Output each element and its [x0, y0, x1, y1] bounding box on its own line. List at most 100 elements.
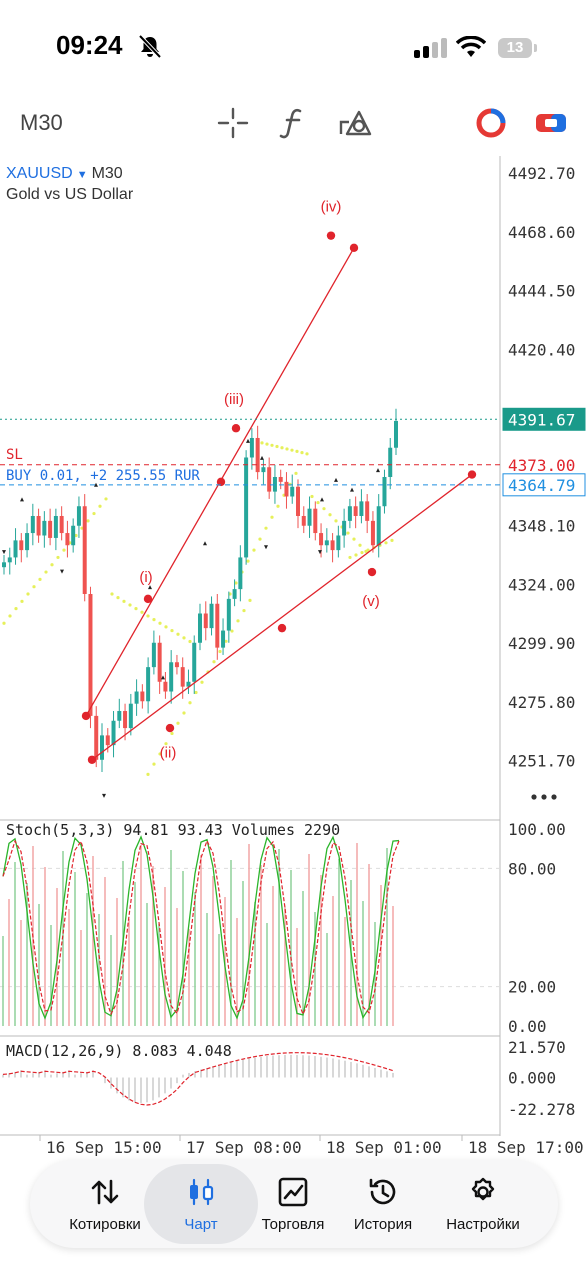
status-bar: 09:24 13	[0, 0, 588, 100]
wave-label: (ii)	[160, 744, 177, 761]
sar-dot	[294, 471, 298, 475]
wave-label: (i)	[139, 569, 152, 586]
chart-area[interactable]: 4391.67 4373.004364.79 (i) (ii) (iii) (iv) (v…	[0, 156, 588, 1156]
one-click-trading-icon[interactable]	[534, 106, 568, 140]
fractal-up-arrow	[334, 477, 338, 482]
open-price-badge: 4364.79	[508, 476, 575, 495]
candle-body	[336, 535, 341, 551]
price-tick-label: 4299.90	[508, 634, 575, 653]
wave-label: (iii)	[224, 391, 244, 408]
candle-body	[301, 515, 306, 526]
sar-dot	[98, 504, 102, 508]
candle-body	[347, 506, 352, 521]
sar-dot	[92, 511, 96, 516]
sar-dot	[146, 614, 150, 618]
sar-dot	[104, 497, 108, 501]
fractal-up-arrow	[203, 541, 207, 546]
wave-point	[165, 723, 175, 733]
stoch-tick-label: 80.00	[508, 859, 556, 878]
candle-body	[215, 603, 220, 648]
candle-body	[209, 603, 214, 629]
candle-body	[123, 711, 128, 729]
battery-tip	[534, 44, 537, 52]
sar-dot	[158, 621, 162, 625]
candle-body	[169, 662, 174, 692]
candle-body	[232, 589, 237, 599]
sar-dot	[128, 603, 132, 607]
sar-dot	[194, 690, 198, 695]
sar-dot	[164, 625, 168, 629]
trade-ring-icon[interactable]	[474, 106, 508, 140]
sar-dot	[182, 636, 186, 640]
price-tick-label: 4275.80	[508, 693, 575, 712]
candle-body	[53, 515, 58, 538]
candle-body	[30, 515, 35, 534]
sar-dot	[246, 559, 250, 563]
price-tick-label: 4251.70	[508, 752, 575, 771]
current-price-badge: 4391.67	[508, 410, 575, 429]
candle-body	[278, 476, 283, 482]
history-icon	[369, 1178, 396, 1205]
sar-dot	[334, 519, 338, 523]
candle-body	[376, 506, 381, 546]
candle-body	[19, 540, 24, 551]
price-tick-label: 4324.00	[508, 575, 575, 594]
sl-label: SL	[6, 447, 23, 463]
sar-dot	[358, 543, 362, 547]
candle-body	[105, 735, 110, 746]
price-tick-label: 4420.40	[508, 340, 575, 359]
candle-body	[42, 520, 47, 536]
sar-dot	[346, 531, 350, 535]
sar-dot	[360, 550, 364, 555]
candle-body	[76, 506, 81, 526]
candle-body	[267, 467, 272, 492]
tab-settings[interactable]: Настройки	[428, 1160, 538, 1248]
candle-body	[255, 437, 260, 473]
candle-body	[13, 540, 18, 558]
price-tick-label: 4492.70	[508, 164, 575, 183]
candle-body	[226, 598, 231, 631]
sar-dot	[295, 449, 299, 453]
candle-body	[353, 506, 358, 516]
bottom-tab-bar: Котировки Чарт Торговля История Настройк…	[30, 1160, 558, 1248]
objects-icon[interactable]	[338, 106, 372, 140]
sar-dot	[288, 482, 292, 486]
tab-history[interactable]: История	[328, 1160, 438, 1248]
sar-dot	[182, 711, 186, 715]
candle-body	[330, 540, 335, 551]
macd-signal-line	[2, 1052, 394, 1106]
sar-dot	[265, 442, 269, 446]
sar-dot	[270, 515, 274, 519]
function-icon[interactable]	[278, 106, 308, 140]
timeframe-button[interactable]: M30	[20, 110, 63, 136]
sar-dot	[86, 519, 90, 523]
position-label[interactable]: BUY 0.01, +2 255.55 RUR	[6, 468, 200, 484]
sar-dot	[236, 619, 240, 623]
candle-body	[324, 540, 329, 546]
fractal-down-arrow	[2, 550, 6, 555]
fractal-down-arrow	[264, 545, 268, 550]
sar-dot	[176, 721, 180, 725]
wave-label: (v)	[362, 593, 380, 610]
candle-body	[244, 457, 249, 558]
candle-body	[7, 557, 12, 563]
sar-dot	[116, 596, 120, 600]
candle-body	[2, 562, 6, 568]
wave-point	[467, 470, 477, 479]
symbol-header: XAUUSD ▼ M30	[6, 165, 123, 182]
crosshair-icon[interactable]	[216, 106, 250, 140]
fractal-down-arrow	[60, 569, 64, 574]
candle-body	[88, 594, 93, 716]
tab-quotes[interactable]: Котировки	[50, 1160, 160, 1248]
quotes-icon	[91, 1179, 119, 1205]
sar-dot	[230, 629, 234, 633]
chart-icon	[190, 1178, 214, 1206]
wifi-icon	[456, 36, 486, 57]
candle-body	[94, 715, 99, 760]
candle-body	[36, 515, 41, 536]
candle-body	[203, 613, 208, 629]
candle-body	[284, 481, 289, 497]
sar-dot	[140, 610, 144, 614]
sar-dot	[44, 570, 48, 574]
more-icon[interactable]	[531, 794, 557, 800]
